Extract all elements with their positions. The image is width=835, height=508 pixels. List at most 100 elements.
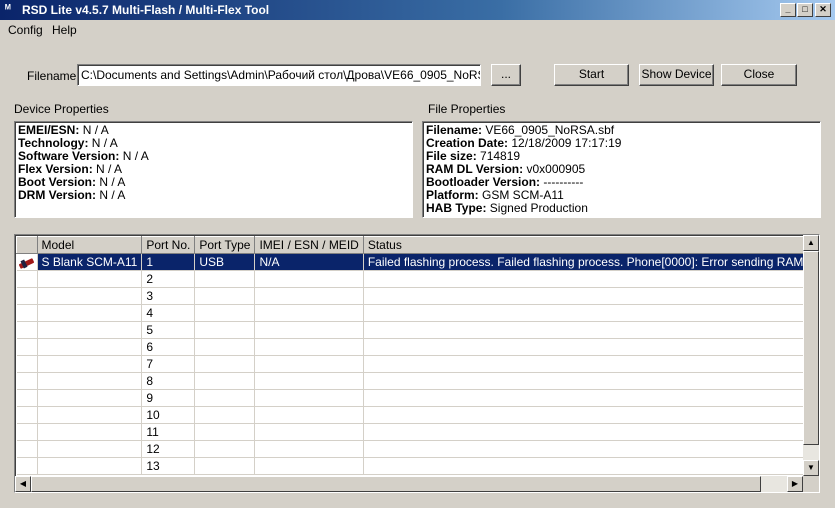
row-icon-cell — [16, 457, 38, 475]
close-window-button[interactable]: ✕ — [815, 3, 831, 17]
scroll-right-button[interactable]: ▶ — [787, 476, 803, 492]
property-key: Creation Date: — [426, 136, 509, 150]
cell-status — [363, 372, 819, 390]
scroll-up-button[interactable]: ▲ — [803, 235, 819, 251]
vertical-scrollbar[interactable]: ▲ ▼ — [803, 235, 819, 476]
cell-port: 2 — [141, 270, 196, 288]
property-value: N / A — [82, 123, 109, 137]
close-button[interactable]: Close — [721, 64, 797, 86]
cell-port: 11 — [141, 423, 196, 441]
property-key: EMEI/ESN: — [18, 123, 80, 137]
cell-status — [363, 457, 819, 475]
property-value: ---------- — [543, 175, 584, 189]
vertical-scroll-thumb[interactable] — [803, 251, 819, 445]
cell-port: 7 — [141, 355, 196, 373]
table-row[interactable]: 12 — [16, 440, 819, 458]
start-button[interactable]: Start — [554, 64, 629, 86]
menu-bar: Config Help — [0, 20, 835, 40]
cell-status — [363, 389, 819, 407]
cell-status — [363, 270, 819, 288]
cell-port: 6 — [141, 338, 196, 356]
row-icon-cell — [16, 321, 38, 339]
maximize-button[interactable]: □ — [797, 3, 813, 17]
property-key: Flex Version: — [18, 162, 93, 176]
table-row[interactable]: S Blank SCM-A11 1 USB N/A Failed flashing pr… — [16, 253, 819, 271]
menu-help[interactable]: Help — [52, 23, 77, 37]
column-header-port-no[interactable]: Port No. — [141, 236, 196, 254]
cell-status: Failed flashing process. Failed flashing… — [363, 253, 819, 271]
cell-port: 9 — [141, 389, 196, 407]
cell-type — [194, 321, 256, 339]
table-row[interactable]: 6 — [16, 338, 819, 356]
cell-model — [37, 338, 143, 356]
minimize-button[interactable]: _ — [780, 3, 796, 17]
window-title: RSD Lite v4.5.7 Multi-Flash / Multi-Flex… — [22, 3, 270, 17]
cell-model — [37, 457, 143, 475]
row-icon-cell — [16, 355, 38, 373]
row-icon-cell — [16, 253, 38, 271]
row-icon-cell — [16, 406, 38, 424]
cell-imei: N/A — [254, 253, 364, 271]
cell-model — [37, 406, 143, 424]
table-row[interactable]: 3 — [16, 287, 819, 305]
table-row[interactable]: 7 — [16, 355, 819, 373]
cell-type — [194, 457, 256, 475]
column-header-status[interactable]: Status — [362, 236, 819, 254]
cell-type — [194, 270, 256, 288]
row-icon-cell — [16, 304, 38, 322]
property-row: DRM Version: N / A — [18, 189, 409, 202]
property-value: VE66_0905_NoRSA.sbf — [485, 123, 615, 137]
cell-type — [194, 287, 256, 305]
horizontal-scroll-thumb[interactable] — [31, 476, 761, 492]
cell-port: 10 — [141, 406, 196, 424]
show-device-button[interactable]: Show Device — [639, 64, 714, 86]
column-header-model[interactable]: Model — [36, 236, 143, 254]
row-icon-cell — [16, 440, 38, 458]
cell-imei — [254, 389, 364, 407]
file-properties-label: File Properties — [428, 102, 506, 116]
column-header-icon[interactable] — [16, 236, 38, 254]
filename-input[interactable]: C:\Documents and Settings\Admin\Рабочий … — [77, 64, 481, 86]
cell-type — [194, 338, 256, 356]
table-row[interactable]: 5 — [16, 321, 819, 339]
browse-button[interactable]: ... — [491, 64, 521, 86]
cell-type — [194, 372, 256, 390]
table-row[interactable]: 10 — [16, 406, 819, 424]
cell-port: 1 — [141, 253, 196, 271]
cell-model — [37, 287, 143, 305]
row-icon-cell — [16, 372, 38, 390]
cell-port: 8 — [141, 372, 196, 390]
cell-type: USB — [194, 253, 256, 271]
cell-model — [37, 355, 143, 373]
horizontal-scrollbar[interactable]: ◀ ▶ — [15, 476, 803, 492]
device-properties-label: Device Properties — [14, 102, 109, 116]
table-row[interactable]: 2 — [16, 270, 819, 288]
cell-status — [363, 287, 819, 305]
column-header-imei[interactable]: IMEI / ESN / MEID — [254, 236, 364, 254]
file-properties-panel: Filename: VE66_0905_NoRSA.sbf Creation Da… — [422, 121, 821, 218]
scroll-down-button[interactable]: ▼ — [803, 460, 819, 476]
cell-type — [194, 355, 256, 373]
column-header-port-type[interactable]: Port Type — [194, 236, 256, 254]
cell-type — [194, 440, 256, 458]
table-row[interactable]: 8 — [16, 372, 819, 390]
scroll-left-button[interactable]: ◀ — [15, 476, 31, 492]
property-value: N / A — [99, 175, 126, 189]
menu-config[interactable]: Config — [8, 23, 43, 37]
cell-imei — [254, 287, 364, 305]
property-value: N / A — [91, 136, 118, 150]
cell-port: 3 — [141, 287, 196, 305]
cell-imei — [254, 440, 364, 458]
table-row[interactable]: 11 — [16, 423, 819, 441]
table-row[interactable]: 4 — [16, 304, 819, 322]
table-row[interactable]: 13 — [16, 457, 819, 475]
cell-model: S Blank SCM-A11 — [37, 253, 143, 271]
table-row[interactable]: 9 — [16, 389, 819, 407]
property-value: 12/18/2009 17:17:19 — [511, 136, 622, 150]
cell-status — [363, 355, 819, 373]
cell-port: 5 — [141, 321, 196, 339]
property-value: Signed Production — [489, 201, 588, 215]
property-key: RAM DL Version: — [426, 162, 524, 176]
cell-status — [363, 440, 819, 458]
cell-status — [363, 406, 819, 424]
